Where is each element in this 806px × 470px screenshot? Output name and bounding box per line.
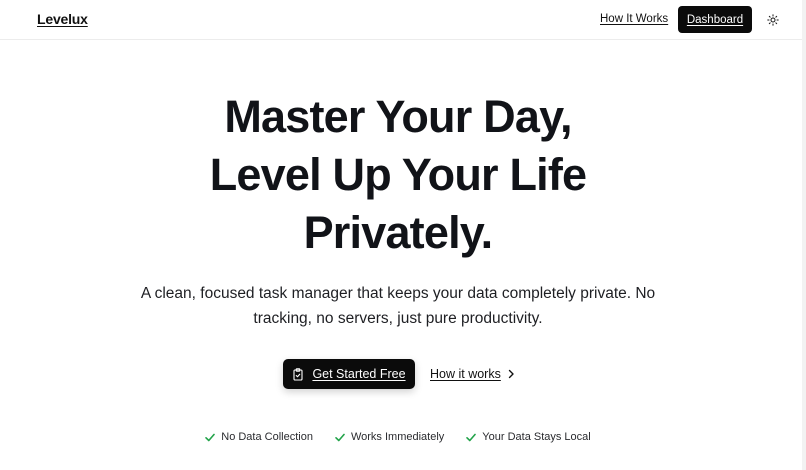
page-scrollbar[interactable] (802, 0, 806, 470)
site-header: Levelux How It Works Dashboard (0, 0, 806, 40)
hero-title-line-2: Level Up Your Life (209, 149, 587, 200)
chevron-right-icon (508, 369, 514, 379)
hero-title-line-3: Privately. (303, 207, 494, 258)
feature-label: Works Immediately (350, 431, 445, 443)
dashboard-button-label: Dashboard (686, 13, 744, 26)
feature-item: Your Data Stays Local (466, 431, 591, 443)
sun-icon (767, 14, 779, 26)
check-icon (205, 433, 216, 441)
how-it-works-label: How it works (430, 367, 501, 381)
get-started-label: Get Started Free (312, 367, 406, 381)
dashboard-button[interactable]: Dashboard (678, 6, 752, 33)
nav-how-it-works-link[interactable]: How It Works (600, 13, 668, 25)
clipboard-icon (293, 367, 303, 381)
check-icon (466, 433, 477, 441)
feature-label: No Data Collection (221, 431, 313, 443)
how-it-works-link[interactable]: How it works (430, 367, 515, 381)
hero-title: Master Your Day, Level Up Your Life Priv… (0, 88, 796, 262)
hero-title-line-1: Master Your Day, (224, 91, 572, 142)
check-icon (335, 433, 345, 441)
theme-toggle-button[interactable] (765, 12, 781, 28)
get-started-button[interactable]: Get Started Free (283, 359, 415, 389)
feature-label: Your Data Stays Local (482, 431, 591, 443)
brand-logo-link[interactable]: Levelux (37, 11, 88, 27)
feature-item: No Data Collection (205, 431, 313, 443)
feature-list: No Data Collection Works Immediately You… (0, 431, 796, 443)
hero-subtitle: A clean, focused task manager that keeps… (140, 285, 656, 327)
feature-item: Works Immediately (335, 431, 444, 443)
